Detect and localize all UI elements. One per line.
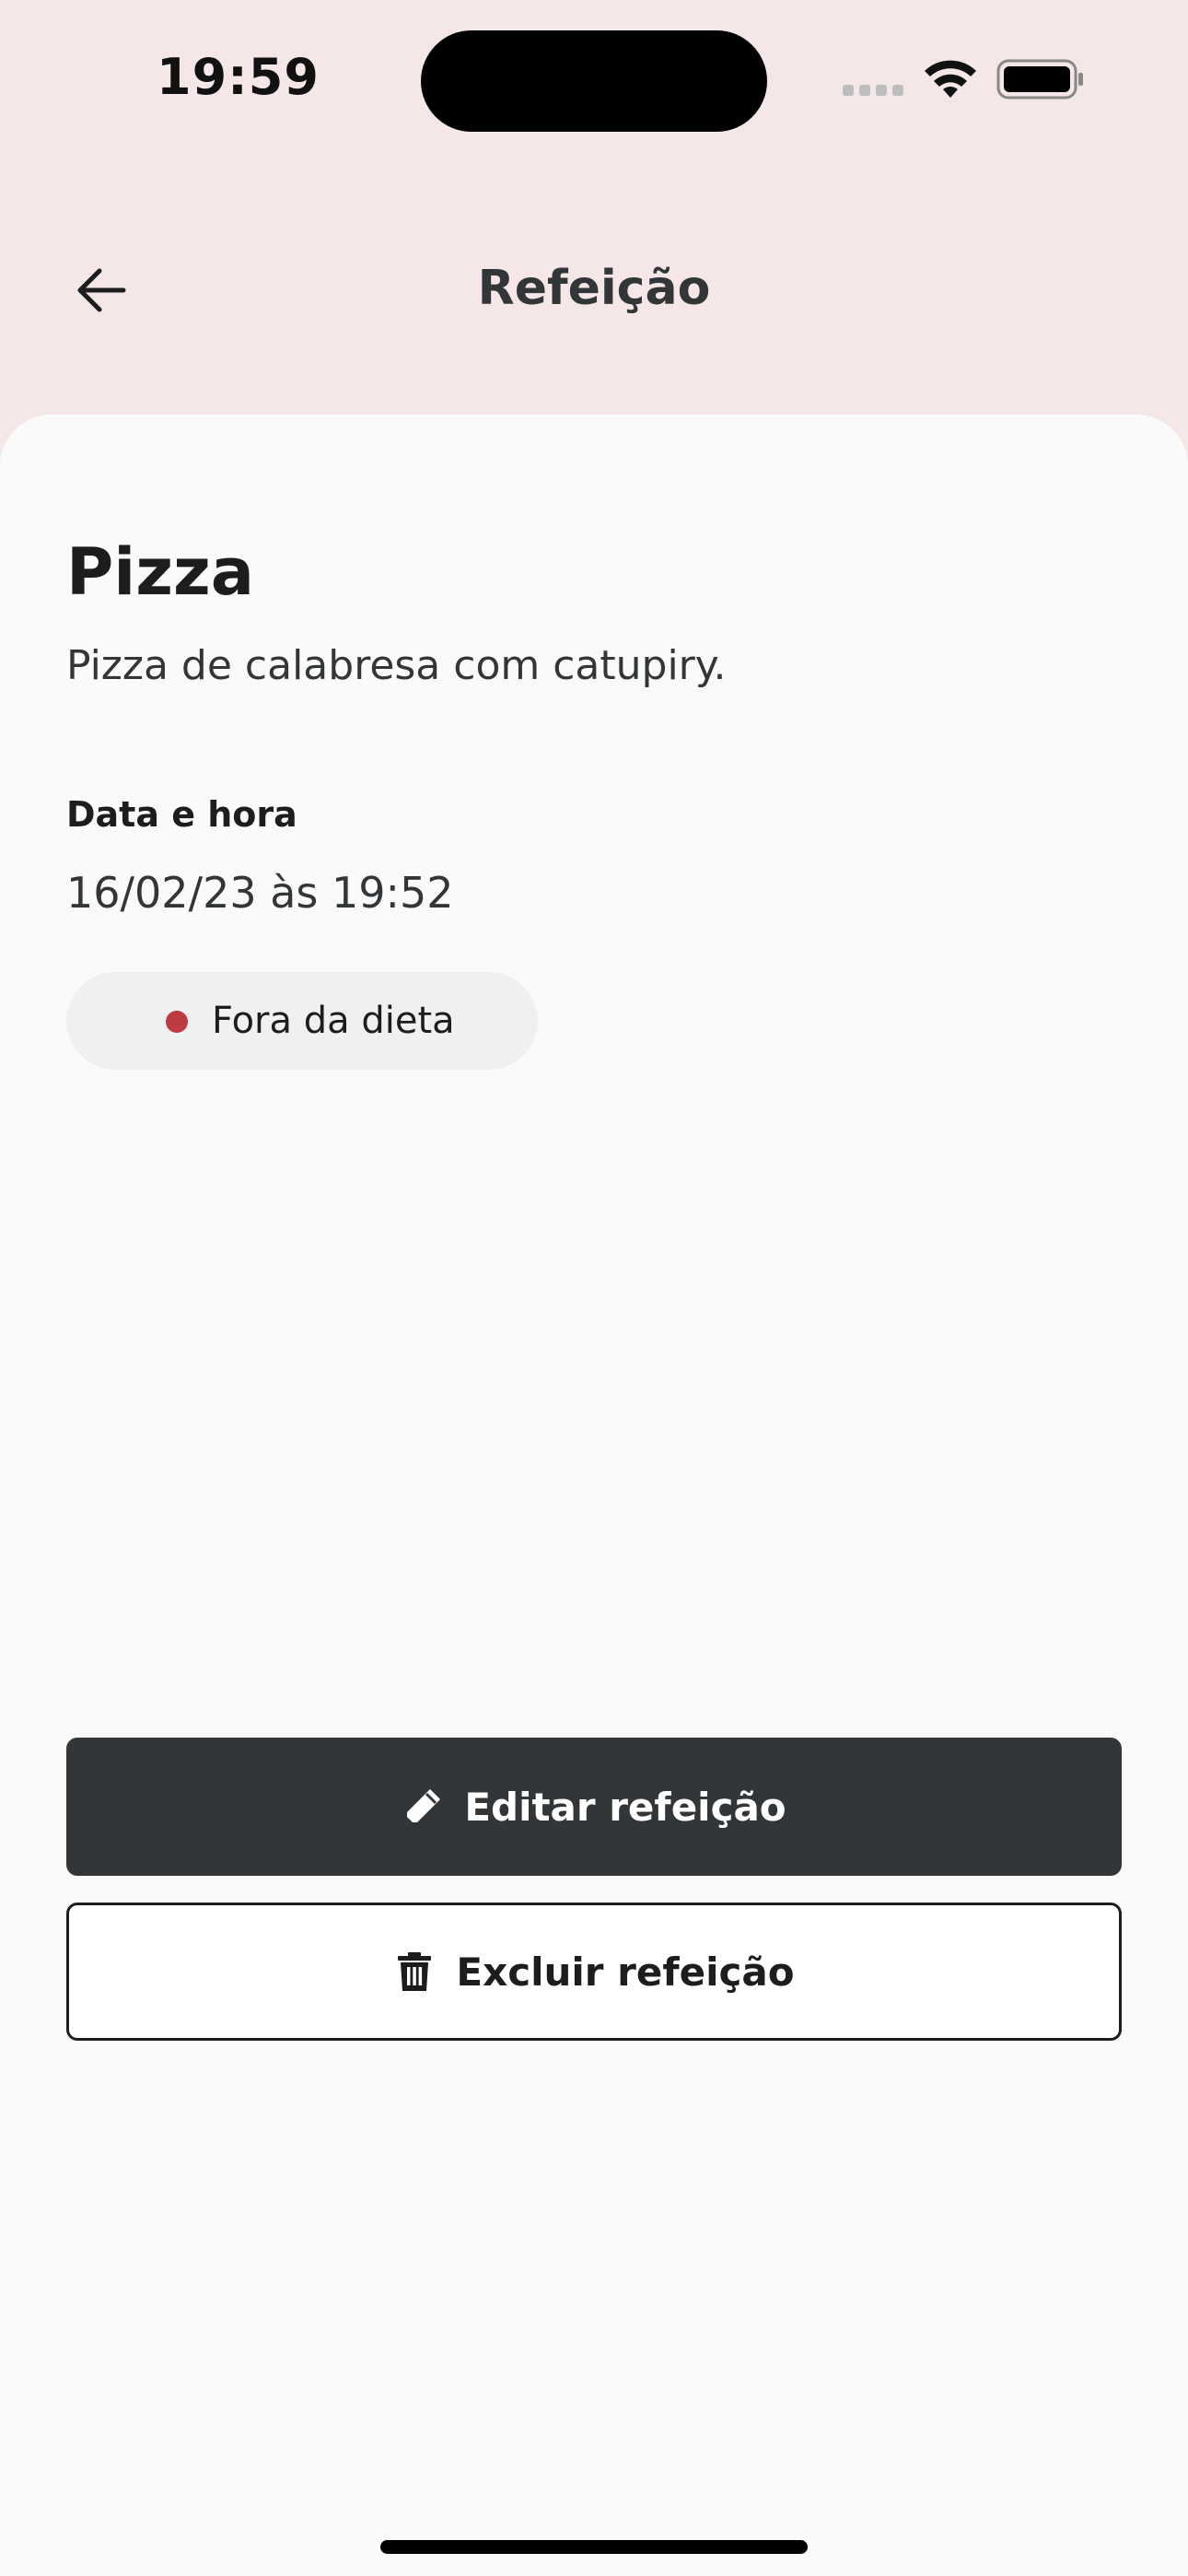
diet-status-badge: Fora da dieta xyxy=(66,972,538,1070)
diet-status-label: Fora da dieta xyxy=(212,1000,455,1042)
edit-meal-label: Editar refeição xyxy=(464,1784,786,1830)
dynamic-island xyxy=(421,30,767,132)
battery-icon xyxy=(996,59,1083,100)
meal-description: Pizza de calabresa com catupiry. xyxy=(66,642,727,689)
meal-name: Pizza xyxy=(66,534,255,610)
delete-meal-button[interactable]: Excluir refeição xyxy=(66,1903,1122,2041)
status-bar: 19:59 xyxy=(0,0,1188,161)
meal-detail-card: Pizza Pizza de calabresa com catupiry. D… xyxy=(0,415,1188,2576)
wifi-icon xyxy=(925,60,976,98)
page-title: Refeição xyxy=(477,261,711,316)
datetime-value: 16/02/23 às 19:52 xyxy=(66,868,454,918)
status-time: 19:59 xyxy=(157,48,320,106)
trash-icon xyxy=(393,1950,436,1993)
status-dot-icon xyxy=(166,1011,188,1033)
pencil-icon xyxy=(402,1786,444,1828)
datetime-label: Data e hora xyxy=(66,794,297,835)
home-indicator[interactable] xyxy=(380,2540,808,2554)
meal-detail-screen: 19:59 Refeição Pizza Pizza de calabresa … xyxy=(0,0,1188,2576)
delete-meal-label: Excluir refeição xyxy=(456,1949,795,1995)
page-header: Refeição xyxy=(0,230,1188,350)
edit-meal-button[interactable]: Editar refeição xyxy=(66,1738,1122,1876)
cellular-signal-icon xyxy=(843,85,903,96)
